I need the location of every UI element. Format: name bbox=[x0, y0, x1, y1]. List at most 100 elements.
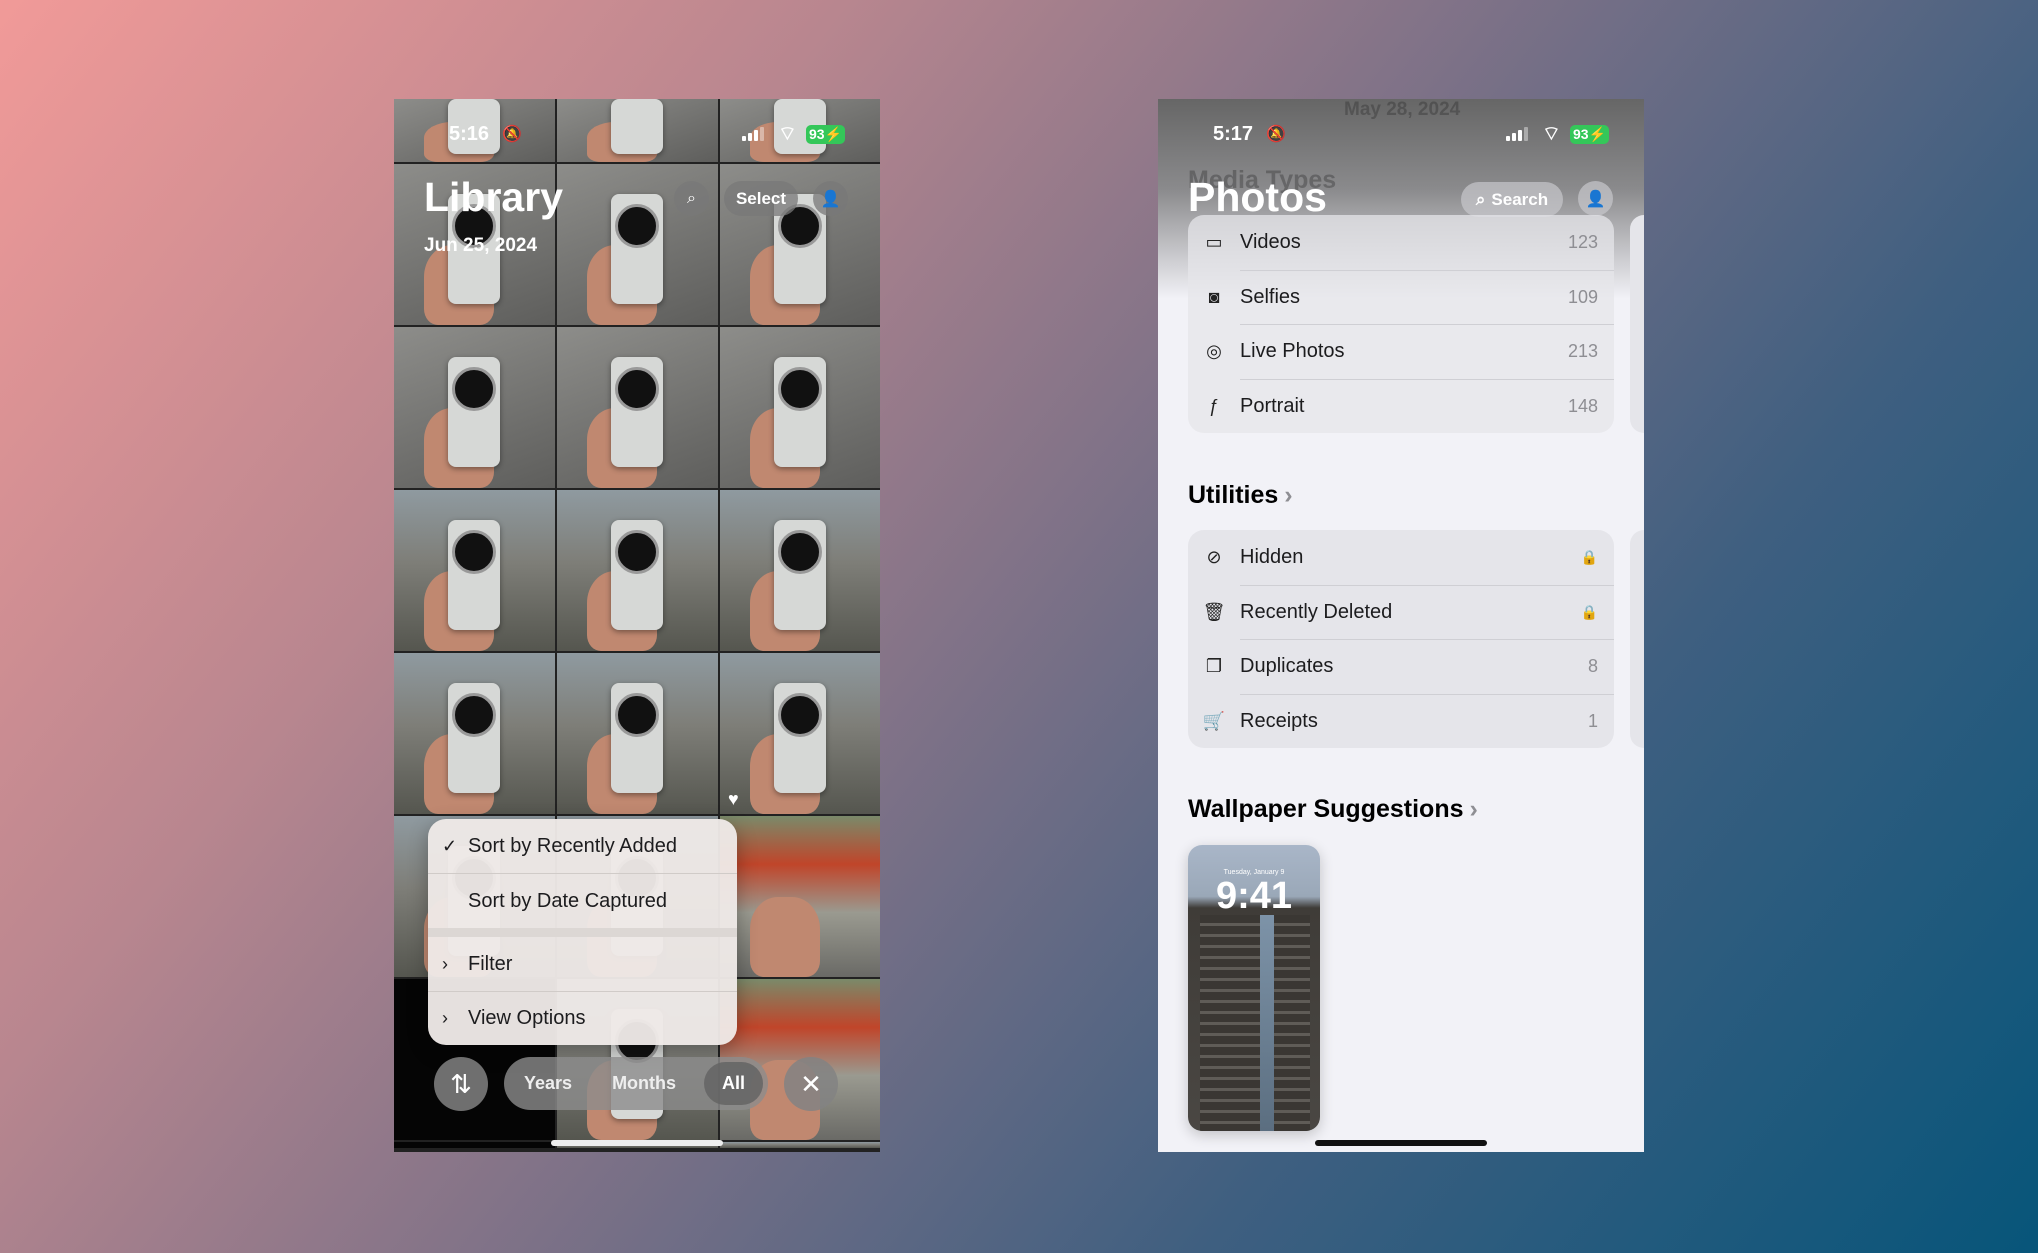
media-types-list: ▭ Videos 123 ◙ Selfies 109 ◎ Live Photos 213 ƒ Por… bbox=[1188, 215, 1614, 433]
list-item-recently-deleted[interactable]: 🗑 Recently Deleted 🔒 bbox=[1203, 584, 1614, 640]
chevron-right-icon: › bbox=[1469, 795, 1478, 823]
search-button[interactable]: ⌕ bbox=[674, 181, 709, 216]
menu-item-filter[interactable]: › Filter bbox=[428, 937, 737, 991]
view-segmented-control: Years Months All bbox=[504, 1057, 768, 1110]
battery-level: 93 bbox=[809, 126, 825, 142]
library-screen: ♥ 5:16 🔕 ⌔ 93⚡ Library Jun 25, 2024 ⌕ Se… bbox=[394, 99, 880, 1152]
wallpaper-time: 9:41 bbox=[1215, 875, 1293, 917]
chevron-right-icon: › bbox=[1284, 481, 1293, 509]
menu-item-label: Sort by Recently Added bbox=[468, 834, 678, 857]
status-bar: 5:17 🔕 ⌔ 93⚡ bbox=[1158, 121, 1644, 149]
person-icon: 👤 bbox=[820, 190, 841, 208]
wifi-icon: ⌔ bbox=[1542, 123, 1561, 145]
chevron-right-icon: › bbox=[442, 953, 448, 974]
page-title: Library bbox=[424, 174, 563, 220]
select-button[interactable]: Select bbox=[724, 181, 798, 216]
search-icon: ⌕ bbox=[687, 189, 696, 207]
photo-thumbnail[interactable] bbox=[394, 327, 555, 488]
utilities-list: ⊘ Hidden 🔒 🗑 Recently Deleted 🔒 ❐ Duplicates 8 🛒 R… bbox=[1188, 530, 1614, 748]
sort-button[interactable]: ⇅ bbox=[434, 1057, 488, 1111]
segment-years[interactable]: Years bbox=[504, 1073, 592, 1094]
photo-content bbox=[448, 683, 500, 793]
list-item-hidden[interactable]: ⊘ Hidden 🔒 bbox=[1188, 530, 1614, 585]
segment-months[interactable]: Months bbox=[592, 1073, 696, 1094]
photo-thumbnail[interactable] bbox=[720, 1142, 880, 1148]
close-button[interactable]: ✕ bbox=[784, 1057, 838, 1111]
chevron-right-icon: › bbox=[442, 1007, 448, 1028]
signal-icon bbox=[742, 127, 764, 141]
menu-item-view-options[interactable]: › View Options bbox=[428, 991, 737, 1045]
list-item-receipts[interactable]: 🛒 Receipts 1 bbox=[1203, 693, 1614, 749]
wallpaper-suggestion-thumbnail[interactable]: Tuesday, January 9 9:41 bbox=[1188, 845, 1320, 1131]
list-item-label: Videos bbox=[1240, 230, 1301, 253]
list-item-portrait[interactable]: ƒ Portrait 148 bbox=[1209, 378, 1614, 434]
item-count: 123 bbox=[1567, 231, 1598, 252]
status-time: 5:16 bbox=[449, 123, 490, 145]
search-label: Search bbox=[1491, 189, 1549, 209]
profile-button[interactable]: 👤 bbox=[1578, 181, 1613, 216]
utilities-heading[interactable]: Utilities › bbox=[1188, 481, 1293, 510]
photo-thumbnail[interactable] bbox=[720, 816, 880, 977]
cart-icon: 🛒 bbox=[1202, 710, 1226, 731]
photo-content bbox=[611, 520, 663, 630]
profile-button[interactable]: 👤 bbox=[813, 181, 848, 216]
photo-thumbnail[interactable]: ♥ bbox=[720, 653, 880, 814]
portrait-icon: ƒ bbox=[1208, 395, 1219, 416]
next-card-peek bbox=[1630, 215, 1644, 433]
search-button[interactable]: ⌕ Search bbox=[1461, 182, 1563, 217]
wallpaper-suggestions-heading[interactable]: Wallpaper Suggestions › bbox=[1188, 795, 1478, 824]
segment-all[interactable]: All bbox=[703, 1062, 763, 1105]
close-icon: ✕ bbox=[800, 1068, 822, 1099]
item-count: 213 bbox=[1567, 341, 1598, 362]
photo-thumbnail[interactable] bbox=[557, 327, 718, 488]
sort-menu: ✓ Sort by Recently Added Sort by Date Cap… bbox=[428, 819, 737, 1045]
photo-thumbnail[interactable] bbox=[557, 653, 718, 814]
status-bar: 5:16 🔕 ⌔ 93⚡ bbox=[394, 121, 880, 149]
list-item-label: Selfies bbox=[1240, 285, 1301, 308]
heading-label: Wallpaper Suggestions bbox=[1188, 795, 1464, 823]
photo-thumbnail[interactable] bbox=[720, 327, 880, 488]
lock-icon: 🔒 bbox=[1580, 548, 1598, 565]
battery-level: 93 bbox=[1573, 126, 1589, 142]
scrolled-date: May 28, 2024 bbox=[1344, 99, 1461, 120]
photo-thumbnail[interactable] bbox=[720, 490, 880, 651]
wifi-icon: ⌔ bbox=[778, 123, 797, 145]
photo-content bbox=[774, 520, 826, 630]
heart-icon: ♥ bbox=[728, 789, 739, 809]
home-indicator bbox=[551, 1140, 723, 1146]
photo-thumbnail[interactable] bbox=[394, 490, 555, 651]
photo-thumbnail[interactable] bbox=[394, 653, 555, 814]
selfie-icon: ◙ bbox=[1208, 286, 1220, 307]
list-item-videos[interactable]: ▭ Videos 123 bbox=[1188, 215, 1614, 270]
live-photo-icon: ◎ bbox=[1206, 341, 1222, 362]
signal-icon bbox=[1506, 127, 1528, 141]
lock-icon: 🔒 bbox=[1580, 603, 1598, 620]
building-glass bbox=[1260, 915, 1274, 1131]
list-item-selfies[interactable]: ◙ Selfies 109 bbox=[1209, 269, 1614, 325]
video-icon: ▭ bbox=[1205, 231, 1223, 252]
menu-item-sort-date-captured[interactable]: Sort by Date Captured bbox=[428, 874, 737, 928]
battery-indicator: 93⚡ bbox=[1570, 125, 1610, 144]
photo-content bbox=[448, 357, 500, 467]
photo-content bbox=[611, 357, 663, 467]
photo-content bbox=[774, 683, 826, 793]
list-item-live-photos[interactable]: ◎ Live Photos 213 bbox=[1206, 324, 1614, 379]
list-item-label: Hidden bbox=[1240, 545, 1304, 568]
photo-thumbnail[interactable] bbox=[557, 490, 718, 651]
home-indicator bbox=[1315, 1140, 1487, 1146]
heading-label: Utilities bbox=[1188, 481, 1279, 509]
photo-content bbox=[448, 520, 500, 630]
list-item-label: Portrait bbox=[1240, 394, 1305, 417]
photo-thumbnail[interactable] bbox=[394, 1142, 555, 1148]
menu-item-label: View Options bbox=[468, 1006, 586, 1029]
menu-item-sort-recently-added[interactable]: ✓ Sort by Recently Added bbox=[428, 819, 737, 873]
eye-slash-icon: ⊘ bbox=[1206, 546, 1222, 567]
list-item-label: Receipts bbox=[1240, 709, 1318, 732]
item-count: 109 bbox=[1567, 286, 1598, 307]
bottom-toolbar: ⇅ Years Months All ✕ bbox=[394, 1057, 880, 1111]
list-item-duplicates[interactable]: ❐ Duplicates 8 bbox=[1206, 639, 1614, 694]
bell-slash-icon: 🔕 bbox=[502, 126, 522, 143]
list-item-label: Duplicates bbox=[1240, 655, 1334, 678]
arrow-up-down-icon: ⇅ bbox=[450, 1068, 472, 1099]
trash-icon: 🗑 bbox=[1202, 601, 1226, 622]
